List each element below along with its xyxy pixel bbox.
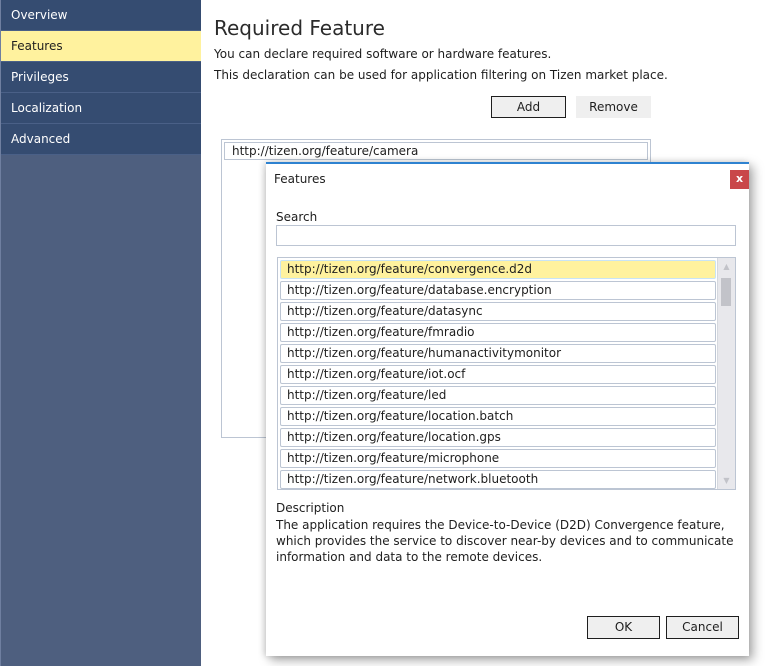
sidebar: Overview Features Privileges Localizatio… <box>0 0 201 666</box>
option-item[interactable]: http://tizen.org/feature/convergence.d2d <box>280 260 716 279</box>
options-scrollbar[interactable]: ▲ ▼ <box>717 258 735 489</box>
dialog-title: Features <box>274 172 326 186</box>
search-input[interactable] <box>276 225 736 246</box>
description-label: Description <box>276 501 345 515</box>
option-item[interactable]: http://tizen.org/feature/location.gps <box>280 428 716 447</box>
option-item[interactable]: http://tizen.org/feature/humanactivitymo… <box>280 344 716 363</box>
page-title: Required Feature <box>214 16 385 40</box>
close-button[interactable]: x <box>730 170 749 189</box>
option-item[interactable]: http://tizen.org/feature/iot.ocf <box>280 365 716 384</box>
option-item[interactable]: http://tizen.org/feature/microphone <box>280 449 716 468</box>
sidebar-item-advanced[interactable]: Advanced <box>1 124 201 155</box>
close-icon: x <box>735 172 744 185</box>
cancel-button[interactable]: Cancel <box>666 616 739 639</box>
add-button[interactable]: Add <box>491 96 566 118</box>
sidebar-item-overview[interactable]: Overview <box>1 0 201 31</box>
scroll-down-arrow-icon[interactable]: ▼ <box>718 472 735 489</box>
remove-button[interactable]: Remove <box>576 96 651 118</box>
sidebar-item-features[interactable]: Features <box>1 31 201 62</box>
feature-options-list: http://tizen.org/feature/convergence.d2d… <box>277 257 736 490</box>
option-item[interactable]: http://tizen.org/feature/location.batch <box>280 407 716 426</box>
option-item[interactable]: http://tizen.org/feature/datasync <box>280 302 716 321</box>
ok-button[interactable]: OK <box>587 616 660 639</box>
option-item[interactable]: http://tizen.org/feature/network.bluetoo… <box>280 470 716 489</box>
scroll-thumb[interactable] <box>721 278 731 306</box>
option-item[interactable]: http://tizen.org/feature/led <box>280 386 716 405</box>
sidebar-item-privileges[interactable]: Privileges <box>1 62 201 93</box>
search-label: Search <box>276 210 318 224</box>
option-item[interactable]: http://tizen.org/feature/fmradio <box>280 323 716 342</box>
feature-list-item[interactable]: http://tizen.org/feature/camera <box>224 142 648 160</box>
scroll-up-arrow-icon[interactable]: ▲ <box>718 258 735 275</box>
description-text: The application requires the Device-to-D… <box>276 518 734 564</box>
option-item[interactable]: http://tizen.org/feature/database.encryp… <box>280 281 716 300</box>
page-description: You can declare required software or har… <box>214 47 552 61</box>
page-description-secondary: This declaration can be used for applica… <box>214 68 668 82</box>
sidebar-item-localization[interactable]: Localization <box>1 93 201 124</box>
features-dialog: Features x Search http://tizen.org/featu… <box>266 162 749 656</box>
